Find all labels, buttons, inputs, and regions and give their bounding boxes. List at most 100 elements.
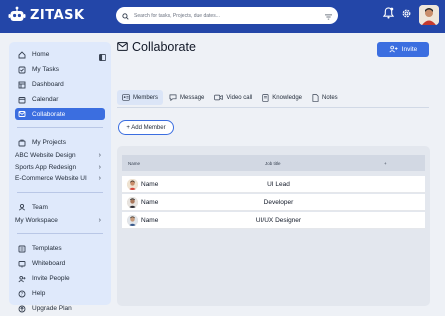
filter-icon[interactable] <box>325 7 332 25</box>
member-job-title: UI Lead <box>267 181 290 188</box>
member-avatar <box>127 197 138 208</box>
sidebar-divider <box>17 191 103 193</box>
sidebar: Home My Tasks Dashboard Calendar Collabo… <box>9 42 111 312</box>
project-label: ABC Website Design <box>15 152 76 160</box>
sidebar-item-templates[interactable]: Templates <box>15 241 105 256</box>
checklist-icon <box>17 65 27 75</box>
column-header-job-title[interactable]: Job title <box>265 161 281 166</box>
search-input[interactable]: Search for tasks, Projects, due dates... <box>134 13 325 19</box>
member-job-title: UI/UX Designer <box>255 217 302 224</box>
robot-logo-icon <box>7 5 27 25</box>
notes-icon <box>312 93 319 102</box>
settings-gear-icon[interactable] <box>401 6 412 24</box>
project-item[interactable]: Sports App Redesign › <box>15 162 105 174</box>
calendar-icon <box>17 95 27 105</box>
tab-label: Knowledge <box>272 94 302 101</box>
team-icon <box>17 202 27 212</box>
tab-notes[interactable]: Notes <box>308 90 342 105</box>
sidebar-item-my-tasks[interactable]: My Tasks <box>15 62 105 77</box>
add-member-button[interactable]: + Add Member <box>118 120 174 135</box>
sidebar-item-label: Collaborate <box>32 110 66 118</box>
member-name: Name <box>141 199 159 206</box>
sidebar-item-label: Calendar <box>32 96 59 103</box>
app-name: ZITASK <box>30 7 85 23</box>
home-icon <box>17 50 27 60</box>
sidebar-divider <box>17 233 103 234</box>
dashboard-icon <box>17 80 27 90</box>
tab-knowledge[interactable]: Knowledge <box>258 90 306 105</box>
chevron-right-icon: › <box>98 175 101 183</box>
add-column-button[interactable]: + <box>384 161 387 166</box>
chevron-right-icon: › <box>98 216 101 224</box>
chevron-right-icon: › <box>98 152 101 160</box>
sidebar-item-label: Whiteboard <box>32 260 66 267</box>
invite-button[interactable]: Invite <box>377 42 429 57</box>
invite-label: Invite <box>401 46 418 53</box>
collaborate-icon <box>17 109 27 119</box>
sidebar-item-label: Home <box>32 51 50 58</box>
sidebar-item-team[interactable]: Team <box>15 200 105 215</box>
project-label: E-Commerce Website UI <box>15 175 87 183</box>
sidebar-item-help[interactable]: ? Help <box>15 286 105 301</box>
page-title-text: Collaborate <box>132 40 196 54</box>
table-header: Name Job title + <box>122 155 425 171</box>
project-item[interactable]: E-Commerce Website UI › <box>15 173 105 185</box>
notification-bell-icon[interactable] <box>382 6 395 24</box>
tabs-divider <box>117 107 429 108</box>
tab-message[interactable]: Message <box>165 90 208 105</box>
sidebar-item-home[interactable]: Home <box>15 47 105 62</box>
top-bar: ZITASK Search for tasks, Projects, due d… <box>0 0 445 33</box>
sidebar-item-label: My Projects <box>32 139 66 146</box>
sidebar-item-collaborate[interactable]: Collaborate <box>15 108 105 120</box>
sidebar-item-dashboard[interactable]: Dashboard <box>15 77 105 92</box>
sidebar-item-calendar[interactable]: Calendar <box>15 92 105 107</box>
sidebar-main-nav: Home My Tasks Dashboard Calendar Collabo… <box>15 47 105 120</box>
mail-icon <box>117 38 128 56</box>
workspace-label: My Workspace <box>15 216 58 224</box>
member-name: Name <box>141 181 159 188</box>
column-header-name[interactable]: Name <box>128 161 140 166</box>
sidebar-divider <box>17 127 103 128</box>
sidebar-item-label: My Tasks <box>32 66 59 73</box>
sidebar-item-label: Upgrade Plan <box>32 305 72 312</box>
video-camera-icon <box>214 94 224 101</box>
sidebar-item-upgrade-plan[interactable]: Upgrade Plan <box>15 301 105 316</box>
tab-label: Video call <box>226 94 253 101</box>
whiteboard-icon <box>17 259 27 269</box>
tab-video-call[interactable]: Video call <box>210 90 256 105</box>
member-job-title: Developer <box>263 199 294 206</box>
sidebar-item-label: Invite People <box>32 275 70 282</box>
user-avatar[interactable] <box>419 5 439 25</box>
projects-icon <box>17 138 27 148</box>
table-row[interactable]: Name UI Lead <box>122 176 425 193</box>
sidebar-item-my-workspace[interactable]: My Workspace › <box>15 215 105 227</box>
tab-members[interactable]: Members <box>117 90 164 105</box>
sidebar-item-my-projects[interactable]: My Projects <box>15 135 105 150</box>
members-icon <box>122 94 130 101</box>
tab-label: Notes <box>322 94 338 101</box>
table-row[interactable]: Name UI/UX Designer <box>122 212 425 229</box>
search-bar[interactable]: Search for tasks, Projects, due dates... <box>116 7 338 24</box>
member-avatar <box>127 215 138 226</box>
sidebar-item-label: Help <box>32 290 46 297</box>
members-table: Name Job title + Name UI Lead Name Devel… <box>117 146 430 306</box>
tab-label: Members <box>133 94 159 101</box>
sidebar-item-invite-people[interactable]: Invite People <box>15 271 105 286</box>
project-label: Sports App Redesign <box>15 163 77 171</box>
project-item[interactable]: ABC Website Design › <box>15 150 105 162</box>
sidebar-item-label: Team <box>32 203 48 211</box>
help-icon: ? <box>17 289 27 299</box>
page-title: Collaborate <box>117 38 196 56</box>
search-icon <box>122 7 129 25</box>
sidebar-item-label: Templates <box>32 245 62 252</box>
member-avatar <box>127 179 138 190</box>
sidebar-item-whiteboard[interactable]: Whiteboard <box>15 256 105 271</box>
collaborate-tabs: Members Message Video call Knowledge Not… <box>117 89 344 106</box>
upgrade-icon <box>17 304 27 314</box>
sidebar-item-label: Dashboard <box>32 81 64 88</box>
app-logo[interactable]: ZITASK <box>7 5 85 25</box>
table-row[interactable]: Name Developer <box>122 194 425 211</box>
chevron-right-icon: › <box>98 163 101 171</box>
message-icon <box>169 94 177 101</box>
add-user-icon <box>389 45 398 55</box>
